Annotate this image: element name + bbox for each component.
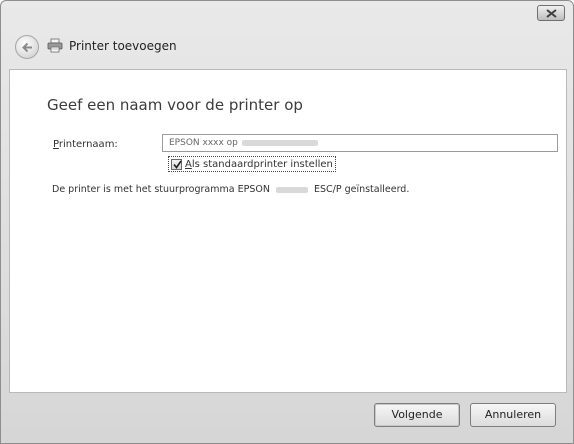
driver-info-suffix: ESC/P geïnstalleerd. [313,184,410,195]
printer-name-value: EPSON xxxx op [169,138,238,148]
printer-icon [47,38,63,53]
close-button[interactable] [537,5,565,21]
title-bar: Printer toevoegen [1,25,573,69]
redacted-text [241,139,318,146]
checkmark-icon [173,160,182,169]
back-button[interactable] [15,35,39,59]
back-arrow-icon [22,42,32,53]
driver-info-text: De printer is met het stuurprogramma EPS… [52,184,409,195]
page-heading: Geef een naam voor de printer op [47,96,303,114]
default-printer-option[interactable]: Als standaardprinter instellen [168,156,336,172]
close-icon [546,9,557,18]
default-printer-checkbox[interactable] [171,158,182,170]
wizard-content: Geef een naam voor de printer op Printer… [9,69,567,393]
redacted-text [275,186,308,193]
add-printer-window: Printer toevoegen Geef een naam voor de … [0,0,574,444]
printer-name-label: Printernaam: [53,139,118,150]
default-printer-checkbox-label: Als standaardprinter instellen [185,158,333,170]
printer-name-input[interactable]: EPSON xxxx op [162,134,558,152]
next-button[interactable]: Volgende [374,403,460,427]
cancel-button[interactable]: Annuleren [470,403,556,427]
window-title: Printer toevoegen [69,39,177,53]
driver-info-prefix: De printer is met het stuurprogramma EPS… [52,184,270,195]
